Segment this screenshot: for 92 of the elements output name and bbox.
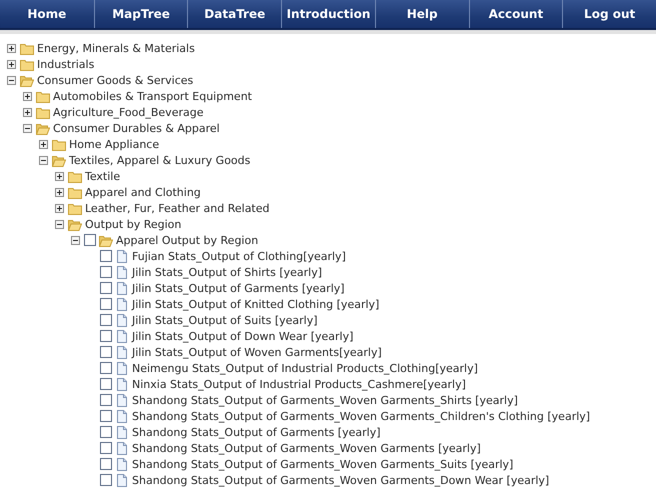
folder-label[interactable]: Apparel and Clothing — [85, 185, 201, 199]
dataset-label[interactable]: Shandong Stats_Output of Garments_Woven Garments_Down Wear [yearly] — [132, 473, 550, 487]
checkbox[interactable] — [100, 474, 112, 486]
document-icon — [115, 266, 129, 278]
dataset-label[interactable]: Shandong Stats_Output of Garments [yearly] — [132, 425, 380, 439]
folder-icon — [20, 58, 34, 70]
dataset-label[interactable]: Jilin Stats_Output of Shirts [yearly] — [132, 265, 322, 279]
collapse-icon[interactable] — [54, 220, 64, 228]
document-icon — [115, 250, 129, 262]
document-icon — [115, 474, 129, 486]
dataset-label[interactable]: Jilin Stats_Output of Knitted Clothing [yearly] — [132, 297, 380, 311]
expand-icon[interactable] — [54, 204, 64, 212]
checkbox[interactable] — [100, 394, 112, 406]
folder-label[interactable]: Energy, Minerals & Materials — [37, 41, 195, 55]
folder-icon — [68, 202, 82, 214]
expand-icon[interactable] — [6, 44, 16, 52]
folder-label[interactable]: Output by Region — [85, 217, 182, 231]
open-folder-icon — [20, 74, 34, 86]
checkbox[interactable] — [100, 282, 112, 294]
folder-label[interactable]: Home Appliance — [69, 137, 160, 151]
nav-link[interactable]: DataTree — [187, 0, 282, 28]
nav-link[interactable]: Introduction — [281, 0, 375, 28]
document-icon — [115, 362, 129, 374]
dataset-label[interactable]: Ninxia Stats_Output of Industrial Products_Cashmere[yearly] — [132, 377, 466, 391]
checkbox[interactable] — [84, 234, 96, 246]
folder-label[interactable]: Industrials — [37, 57, 94, 71]
document-icon — [115, 346, 129, 358]
collapse-icon[interactable] — [22, 124, 32, 132]
open-folder-icon — [52, 154, 66, 166]
folder-label[interactable]: Leather, Fur, Feather and Related — [85, 201, 270, 215]
dataset-label[interactable]: Neimengu Stats_Output of Industrial Products_Clothing[yearly] — [132, 361, 478, 375]
folder-icon — [68, 170, 82, 182]
checkbox[interactable] — [100, 346, 112, 358]
checkbox[interactable] — [100, 378, 112, 390]
document-icon — [115, 314, 129, 326]
document-icon — [115, 426, 129, 438]
checkbox[interactable] — [100, 330, 112, 342]
folder-icon — [52, 138, 66, 150]
dataset-label[interactable]: Jilin Stats_Output of Garments [yearly] — [132, 281, 345, 295]
expand-icon[interactable] — [22, 108, 32, 116]
nav-link[interactable]: Account — [468, 0, 562, 28]
folder-icon — [68, 186, 82, 198]
folder-label[interactable]: Consumer Durables & Apparel — [53, 121, 220, 135]
checkbox[interactable] — [100, 298, 112, 310]
open-folder-icon — [36, 122, 50, 134]
dataset-label[interactable]: Jilin Stats_Output of Suits [yearly] — [132, 313, 318, 327]
collapse-icon[interactable] — [70, 236, 80, 244]
nav-link[interactable]: MapTree — [94, 0, 188, 28]
checkbox[interactable] — [100, 442, 112, 454]
checkbox[interactable] — [100, 458, 112, 470]
folder-icon — [36, 90, 50, 102]
open-folder-icon — [99, 234, 113, 246]
folder-label[interactable]: Textile — [85, 169, 120, 183]
folder-icon — [36, 106, 50, 118]
expand-icon[interactable] — [54, 188, 64, 196]
document-icon — [115, 458, 129, 470]
document-icon — [115, 298, 129, 310]
dataset-label[interactable]: Shandong Stats_Output of Garments_Woven Garments_Children's Clothing [yearly] — [132, 409, 590, 423]
checkbox[interactable] — [100, 362, 112, 374]
expand-icon[interactable] — [54, 172, 64, 180]
expand-icon[interactable] — [38, 140, 48, 148]
checkbox[interactable] — [100, 250, 112, 262]
collapse-icon[interactable] — [38, 156, 48, 164]
folder-label[interactable]: Apparel Output by Region — [116, 233, 258, 247]
nav-link[interactable]: Help — [374, 0, 469, 28]
nav-link[interactable]: Log out — [562, 0, 656, 28]
dataset-label[interactable]: Shandong Stats_Output of Garments_Woven Garments_Shirts [yearly] — [132, 393, 518, 407]
checkbox[interactable] — [100, 266, 112, 278]
folder-label[interactable]: Automobiles & Transport Equipment — [53, 89, 252, 103]
folder-icon — [20, 42, 34, 54]
checkbox[interactable] — [100, 426, 112, 438]
document-icon — [115, 394, 129, 406]
checkbox[interactable] — [100, 410, 112, 422]
document-icon — [115, 282, 129, 294]
expand-icon[interactable] — [6, 60, 16, 68]
document-icon — [115, 378, 129, 390]
dataset-label[interactable]: Jilin Stats_Output of Woven Garments[yearly] — [132, 345, 382, 359]
open-folder-icon — [68, 218, 82, 230]
expand-icon[interactable] — [22, 92, 32, 100]
dataset-label[interactable]: Jilin Stats_Output of Down Wear [yearly] — [132, 329, 354, 343]
dataset-label[interactable]: Shandong Stats_Output of Garments_Woven Garments [yearly] — [132, 441, 481, 455]
nav-link[interactable]: Home — [0, 0, 94, 28]
collapse-icon[interactable] — [6, 76, 16, 84]
folder-label[interactable]: Consumer Goods & Services — [37, 73, 194, 87]
dataset-label[interactable]: Fujian Stats_Output of Clothing[yearly] — [132, 249, 346, 263]
dataset-label[interactable]: Shandong Stats_Output of Garments_Woven Garments_Suits [yearly] — [132, 457, 514, 471]
folder-label[interactable]: Textiles, Apparel & Luxury Goods — [69, 153, 250, 167]
document-icon — [115, 330, 129, 342]
folder-label[interactable]: Agriculture_Food_Beverage — [53, 105, 204, 119]
document-icon — [115, 410, 129, 422]
checkbox[interactable] — [100, 314, 112, 326]
document-icon — [115, 442, 129, 454]
